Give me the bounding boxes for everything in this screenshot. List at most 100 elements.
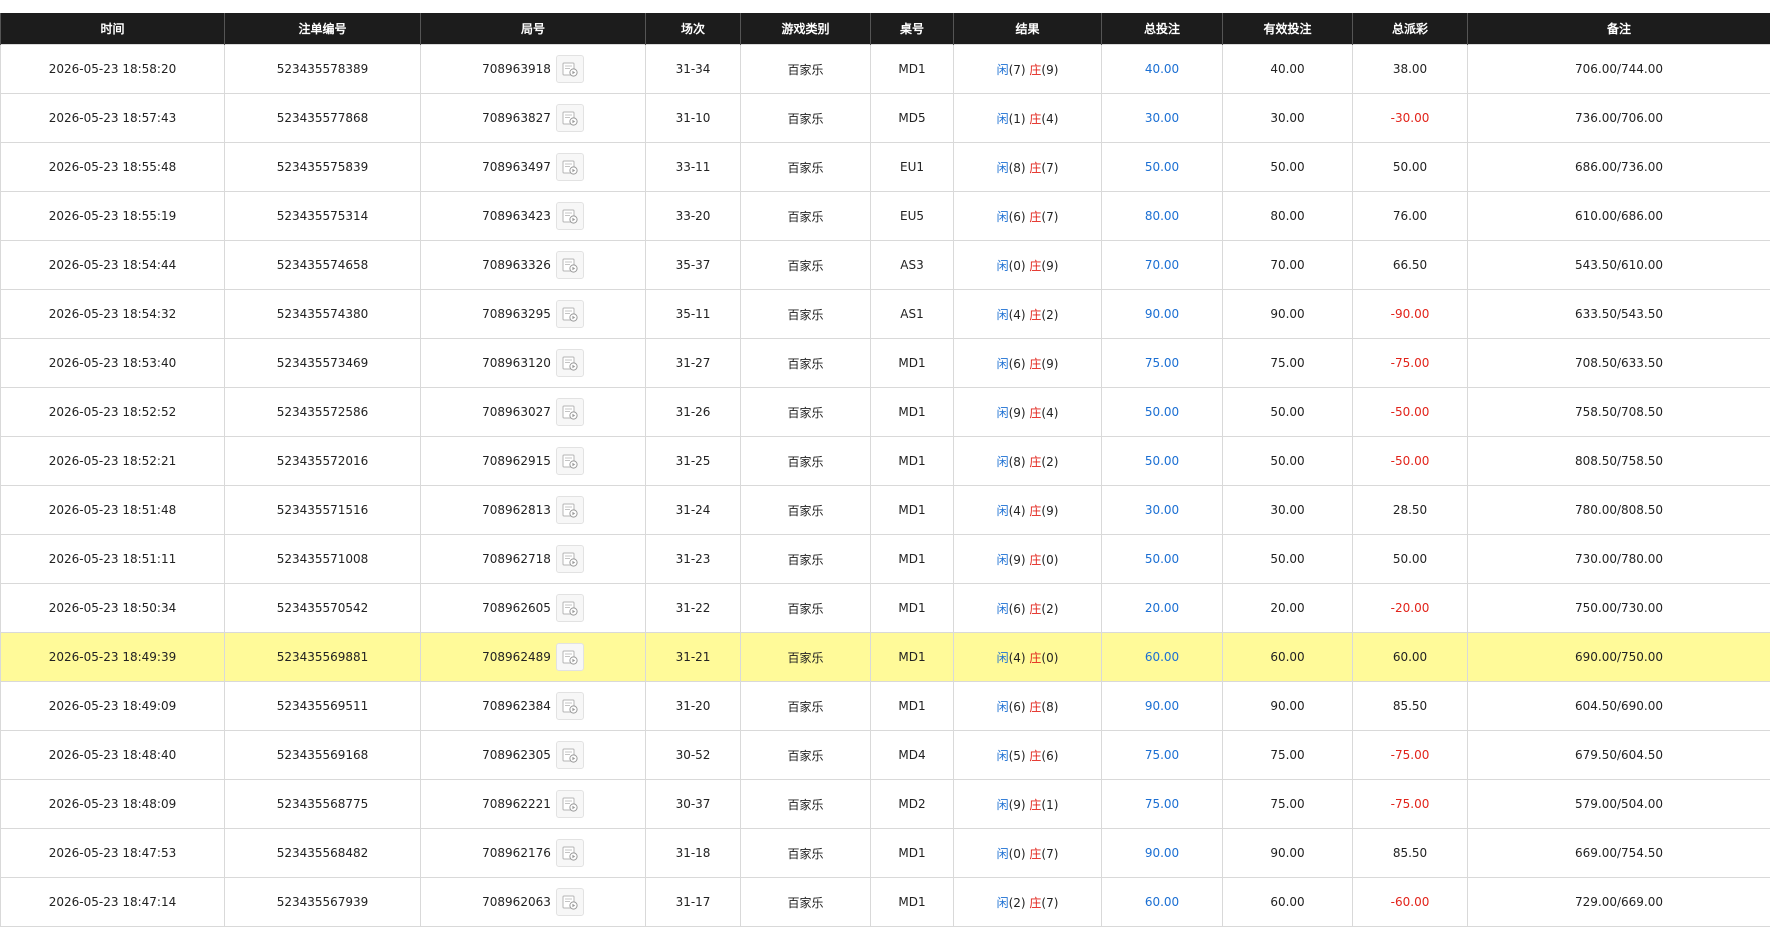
- time-text: 2026-05-23 18:52:52: [49, 405, 176, 419]
- total-bet-text: 75.00: [1145, 356, 1179, 370]
- replay-video-icon[interactable]: [556, 790, 584, 818]
- cell-time: 2026-05-23 18:54:44: [1, 241, 225, 290]
- shoe-text: 31-25: [676, 454, 711, 468]
- replay-video-icon[interactable]: [556, 153, 584, 181]
- replay-video-icon[interactable]: [556, 643, 584, 671]
- cell-time: 2026-05-23 18:55:48: [1, 143, 225, 192]
- note-text: 679.50/604.50: [1575, 748, 1663, 762]
- banker-score: (7): [1041, 847, 1058, 861]
- cell-round: 708963027: [421, 388, 646, 437]
- cell-round: 708962176: [421, 829, 646, 878]
- banker-score: (9): [1041, 504, 1058, 518]
- round-number: 708962221: [482, 797, 551, 811]
- banker-label: 庄: [1029, 308, 1041, 322]
- replay-video-icon[interactable]: [556, 839, 584, 867]
- replay-video-icon[interactable]: [556, 251, 584, 279]
- game-type-text: 百家乐: [787, 602, 823, 616]
- player-score: (9): [1009, 553, 1026, 567]
- game-type-text: 百家乐: [787, 63, 823, 77]
- replay-video-icon[interactable]: [556, 349, 584, 377]
- table-id-text: EU1: [900, 160, 924, 174]
- cell-shoe: 31-25: [646, 437, 741, 486]
- player-score: (6): [1009, 700, 1026, 714]
- cell-note: 730.00/780.00: [1468, 535, 1770, 584]
- cell-total-bet: 50.00: [1102, 388, 1223, 437]
- shoe-text: 35-11: [676, 307, 711, 321]
- cell-note: 604.50/690.00: [1468, 682, 1770, 731]
- bet-id-text: 523435567939: [277, 895, 369, 909]
- cell-time: 2026-05-23 18:50:34: [1, 584, 225, 633]
- cell-shoe: 33-20: [646, 192, 741, 241]
- valid-bet-text: 75.00: [1270, 356, 1304, 370]
- note-text: 708.50/633.50: [1575, 356, 1663, 370]
- cell-total-bet: 50.00: [1102, 535, 1223, 584]
- total-bet-text: 30.00: [1145, 111, 1179, 125]
- player-label: 闲: [997, 161, 1009, 175]
- cell-valid-bet: 75.00: [1223, 780, 1353, 829]
- cell-note: 808.50/758.50: [1468, 437, 1770, 486]
- time-text: 2026-05-23 18:55:48: [49, 160, 176, 174]
- table-id-text: MD1: [898, 454, 925, 468]
- cell-round: 708963827: [421, 94, 646, 143]
- cell-round: 708962305: [421, 731, 646, 780]
- shoe-text: 33-20: [676, 209, 711, 223]
- banker-label: 庄: [1029, 749, 1041, 763]
- cell-bet-id: 523435570542: [225, 584, 421, 633]
- replay-video-icon[interactable]: [556, 594, 584, 622]
- cell-game: 百家乐: [741, 241, 871, 290]
- game-type-text: 百家乐: [787, 798, 823, 812]
- col-header-total-bet: 总投注: [1102, 13, 1223, 45]
- note-text: 730.00/780.00: [1575, 552, 1663, 566]
- replay-video-icon[interactable]: [556, 888, 584, 916]
- banker-score: (2): [1041, 308, 1058, 322]
- cell-payout: -50.00: [1353, 437, 1468, 486]
- cell-round: 708962063: [421, 878, 646, 927]
- cell-valid-bet: 80.00: [1223, 192, 1353, 241]
- game-type-text: 百家乐: [787, 700, 823, 714]
- cell-total-bet: 75.00: [1102, 731, 1223, 780]
- shoe-text: 33-11: [676, 160, 711, 174]
- round-number: 708963423: [482, 209, 551, 223]
- replay-video-icon[interactable]: [556, 447, 584, 475]
- replay-video-icon[interactable]: [556, 104, 584, 132]
- player-score: (2): [1009, 896, 1026, 910]
- shoe-text: 31-10: [676, 111, 711, 125]
- cell-result: 闲(9) 庄(1): [954, 780, 1102, 829]
- replay-video-icon[interactable]: [556, 398, 584, 426]
- valid-bet-text: 50.00: [1270, 552, 1304, 566]
- cell-round: 708962221: [421, 780, 646, 829]
- total-bet-text: 90.00: [1145, 699, 1179, 713]
- cell-payout: 28.50: [1353, 486, 1468, 535]
- cell-time: 2026-05-23 18:58:20: [1, 45, 225, 94]
- table-row: 2026-05-23 18:54:44 523435574658 7089633…: [1, 241, 1770, 290]
- banker-score: (0): [1041, 651, 1058, 665]
- bet-records-page: 时间 注单编号 局号 场次 游戏类别 桌号 结果 总投注 有效投注 总派彩 备注…: [0, 0, 1770, 919]
- replay-video-icon[interactable]: [556, 741, 584, 769]
- banker-score: (1): [1041, 798, 1058, 812]
- cell-payout: 66.50: [1353, 241, 1468, 290]
- total-bet-text: 90.00: [1145, 307, 1179, 321]
- col-header-shoe: 场次: [646, 13, 741, 45]
- cell-payout: -75.00: [1353, 339, 1468, 388]
- cell-game: 百家乐: [741, 290, 871, 339]
- replay-video-icon[interactable]: [556, 545, 584, 573]
- bet-id-text: 523435569881: [277, 650, 369, 664]
- table-header-row: 时间 注单编号 局号 场次 游戏类别 桌号 结果 总投注 有效投注 总派彩 备注: [1, 13, 1770, 45]
- cell-total-bet: 20.00: [1102, 584, 1223, 633]
- cell-result: 闲(6) 庄(2): [954, 584, 1102, 633]
- payout-text: -75.00: [1391, 797, 1430, 811]
- replay-video-icon[interactable]: [556, 300, 584, 328]
- note-text: 633.50/543.50: [1575, 307, 1663, 321]
- replay-video-icon[interactable]: [556, 692, 584, 720]
- cell-bet-id: 523435573469: [225, 339, 421, 388]
- replay-video-icon[interactable]: [556, 496, 584, 524]
- col-header-payout: 总派彩: [1353, 13, 1468, 45]
- cell-bet-id: 523435567939: [225, 878, 421, 927]
- player-score: (4): [1009, 308, 1026, 322]
- cell-note: 729.00/669.00: [1468, 878, 1770, 927]
- time-text: 2026-05-23 18:48:09: [49, 797, 176, 811]
- cell-result: 闲(8) 庄(2): [954, 437, 1102, 486]
- replay-video-icon[interactable]: [556, 55, 584, 83]
- replay-video-icon[interactable]: [556, 202, 584, 230]
- time-text: 2026-05-23 18:54:44: [49, 258, 176, 272]
